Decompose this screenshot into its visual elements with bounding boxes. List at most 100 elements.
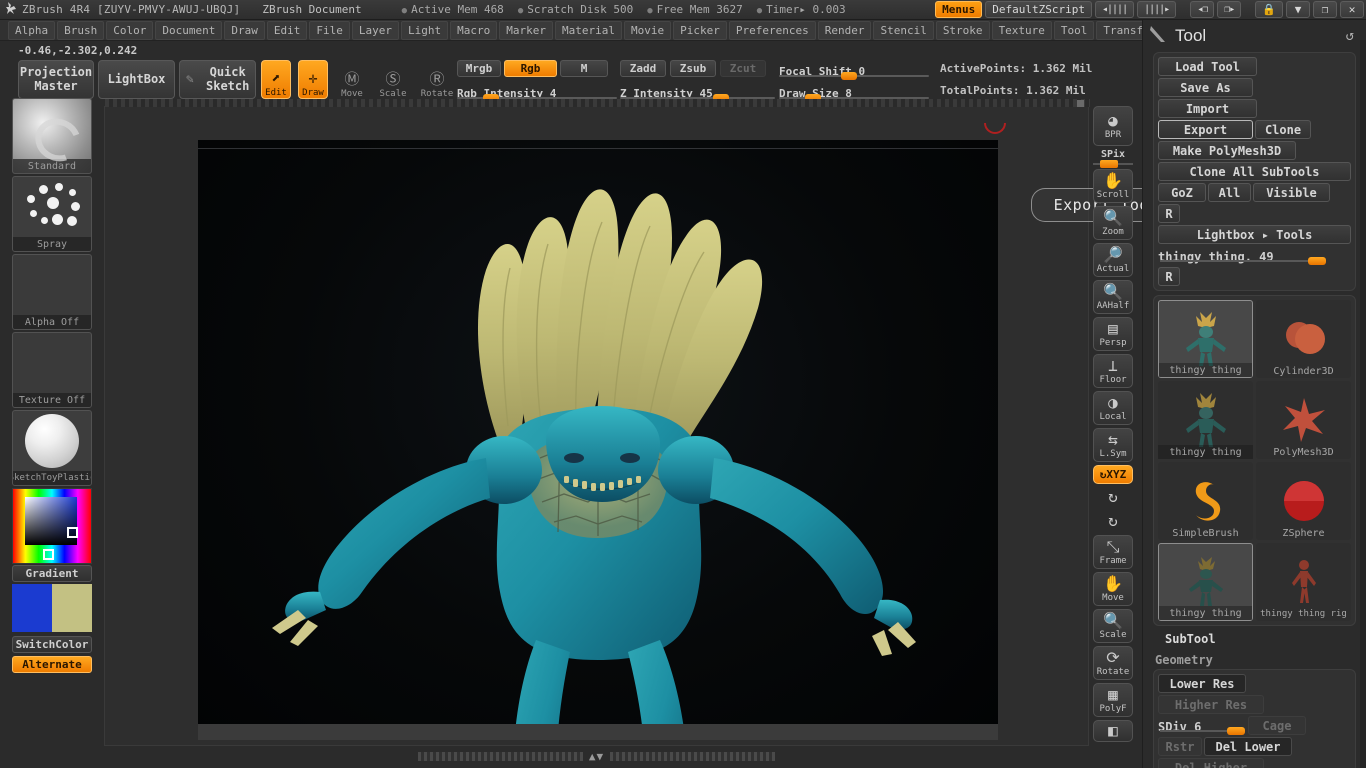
all-button[interactable]: All xyxy=(1208,183,1251,202)
color-pair[interactable] xyxy=(12,584,92,632)
load-tool-button[interactable]: Load Tool xyxy=(1158,57,1257,76)
rotate-y-button[interactable]: ↻ xyxy=(1093,487,1133,507)
clone-button[interactable]: Clone xyxy=(1255,120,1311,139)
brush-swatch[interactable]: Standard xyxy=(12,98,92,174)
scroll-button[interactable]: ✋ Scroll xyxy=(1093,169,1133,203)
sdiv-slider[interactable]: SDiv 6 xyxy=(1158,716,1246,735)
nav-right-button[interactable]: ||||▸ xyxy=(1137,1,1177,18)
higher-res-button[interactable]: Higher Res xyxy=(1158,695,1264,714)
hscroll-left-track[interactable] xyxy=(417,752,583,761)
m-button[interactable]: M xyxy=(560,60,608,77)
cage-button[interactable]: Cage xyxy=(1248,716,1306,735)
rstr-button[interactable]: Rstr xyxy=(1158,737,1202,756)
save-as-button[interactable]: Save As xyxy=(1158,78,1253,97)
menu-item-stencil[interactable]: Stencil xyxy=(873,20,934,40)
menu-item-stroke[interactable]: Stroke xyxy=(935,20,990,40)
menu-item-brush[interactable]: Brush xyxy=(57,20,105,40)
tool-thumb-rig[interactable]: thingy thing rig xyxy=(1256,543,1351,621)
floor-button[interactable]: ⊥ Floor xyxy=(1093,354,1133,388)
aahalf-button[interactable]: 🔍 AAHalf xyxy=(1093,280,1133,314)
del-higher-button[interactable]: Del Higher xyxy=(1158,758,1264,768)
zcut-button[interactable]: Zcut xyxy=(720,60,766,77)
zscript-button[interactable]: DefaultZScript xyxy=(985,1,1092,18)
focal-shift-slider[interactable]: Focal Shift 0 xyxy=(779,60,929,80)
rgb-intensity-slider[interactable]: Rgb Intensity 4 xyxy=(457,82,617,102)
reset-icon[interactable]: ↺ xyxy=(1346,28,1354,44)
draw-mode-button[interactable]: ✛ Draw xyxy=(298,60,328,99)
menu-item-macro[interactable]: Macro xyxy=(450,20,498,40)
clone-all-subtools-button[interactable]: Clone All SubTools xyxy=(1158,162,1351,181)
window-left-button[interactable]: ◂❐ xyxy=(1190,1,1215,18)
tool-thumb-zsphere[interactable]: ZSphere xyxy=(1256,462,1351,540)
menus-button[interactable]: Menus xyxy=(935,1,983,18)
primary-color-swatch[interactable] xyxy=(12,584,52,632)
zsub-button[interactable]: Zsub xyxy=(670,60,716,77)
alpha-swatch[interactable]: Alpha Off xyxy=(12,254,92,330)
transp-button[interactable]: ◧ xyxy=(1093,720,1133,742)
draw-size-slider[interactable]: Draw Size 8 xyxy=(779,82,929,102)
lsym-button[interactable]: ⇆ L.Sym xyxy=(1093,428,1133,462)
xyz-button[interactable]: ↻XYZ xyxy=(1093,465,1133,484)
sculpt-model[interactable] xyxy=(198,140,998,740)
rotate-button[interactable]: ⟳ Rotate xyxy=(1093,646,1133,680)
menu-item-light[interactable]: Light xyxy=(400,20,449,40)
menu-item-color[interactable]: Color xyxy=(106,20,154,40)
goz-button[interactable]: GoZ xyxy=(1158,183,1206,202)
move-mode-button[interactable]: Ⓜ Move xyxy=(337,60,367,100)
tool-slider-r-button[interactable]: R xyxy=(1158,267,1180,286)
menu-item-layer[interactable]: Layer xyxy=(351,20,399,40)
bpr-button[interactable]: ◕ BPR xyxy=(1093,106,1133,146)
color-picker[interactable] xyxy=(12,488,92,564)
make-polymesh3d-button[interactable]: Make PolyMesh3D xyxy=(1158,141,1296,160)
tool-thumb-character[interactable]: thingy thing xyxy=(1158,300,1253,378)
menu-item-document[interactable]: Document xyxy=(155,20,223,40)
actual-button[interactable]: 🔎 Actual xyxy=(1093,243,1133,277)
menu-item-alpha[interactable]: Alpha xyxy=(8,20,56,40)
zadd-button[interactable]: Zadd xyxy=(620,60,666,77)
tool-thumb-character-2[interactable]: thingy thing xyxy=(1158,381,1253,459)
edit-mode-button[interactable]: ⬈ Edit xyxy=(261,60,291,99)
tool-thumb-simplebrush[interactable]: SimpleBrush xyxy=(1158,462,1253,540)
lightbox-button[interactable]: LightBox xyxy=(98,60,175,99)
lock-icon[interactable]: 🔒 xyxy=(1255,1,1283,18)
del-lower-button[interactable]: Del Lower xyxy=(1204,737,1292,756)
color-marker-sv[interactable] xyxy=(67,527,78,538)
move-button[interactable]: ✋ Move xyxy=(1093,572,1133,606)
panel-scrollbar[interactable] xyxy=(1360,40,1366,768)
tool-thumb-cylinder[interactable]: Cylinder3D xyxy=(1256,300,1351,378)
local-button[interactable]: ◑ Local xyxy=(1093,391,1133,425)
current-tool-slider[interactable]: thingy thing. 49 xyxy=(1158,246,1328,265)
texture-swatch[interactable]: Texture Off xyxy=(12,332,92,408)
menu-item-material[interactable]: Material xyxy=(554,20,622,40)
viewport[interactable] xyxy=(198,140,998,740)
canvas-area[interactable] xyxy=(104,99,1090,746)
polyf-button[interactable]: ▦ PolyF xyxy=(1093,683,1133,717)
menu-item-texture[interactable]: Texture xyxy=(991,20,1052,40)
export-button[interactable]: Export xyxy=(1158,120,1253,139)
visible-button[interactable]: Visible xyxy=(1253,183,1330,202)
menu-item-file[interactable]: File xyxy=(309,20,350,40)
projection-master-button[interactable]: Projection Master xyxy=(18,60,94,99)
tool-thumb-polymesh3d[interactable]: PolyMesh3D xyxy=(1256,381,1351,459)
scale-button[interactable]: 🔍 Scale xyxy=(1093,609,1133,643)
rgb-button[interactable]: Rgb xyxy=(504,60,557,77)
stroke-swatch[interactable]: Spray xyxy=(12,176,92,252)
minimize-icon[interactable]: ▼ xyxy=(1286,1,1310,18)
menu-item-marker[interactable]: Marker xyxy=(499,20,553,40)
secondary-color-swatch[interactable] xyxy=(52,584,92,632)
window-right-button[interactable]: ❐▸ xyxy=(1217,1,1242,18)
menu-item-edit[interactable]: Edit xyxy=(266,20,308,40)
lower-res-button[interactable]: Lower Res xyxy=(1158,674,1246,693)
lightbox-tools-button[interactable]: Lightbox ▸ Tools xyxy=(1158,225,1351,244)
restore-icon[interactable]: ❐ xyxy=(1313,1,1337,18)
canvas-scroll-arrows[interactable]: ▲▼ xyxy=(589,750,604,763)
menu-item-preferences[interactable]: Preferences xyxy=(728,20,816,40)
persp-button[interactable]: ▤ Persp xyxy=(1093,317,1133,351)
rotate-mode-button[interactable]: Ⓡ Rotate xyxy=(419,60,455,100)
subtool-header[interactable]: SubTool xyxy=(1143,626,1366,650)
menu-item-tool[interactable]: Tool xyxy=(1053,20,1095,40)
spix-slider[interactable]: SPix xyxy=(1093,149,1133,168)
mrgb-button[interactable]: Mrgb xyxy=(457,60,501,77)
quick-sketch-button[interactable]: ✎ Quick Sketch xyxy=(179,60,256,99)
visible-r-button[interactable]: R xyxy=(1158,204,1180,223)
